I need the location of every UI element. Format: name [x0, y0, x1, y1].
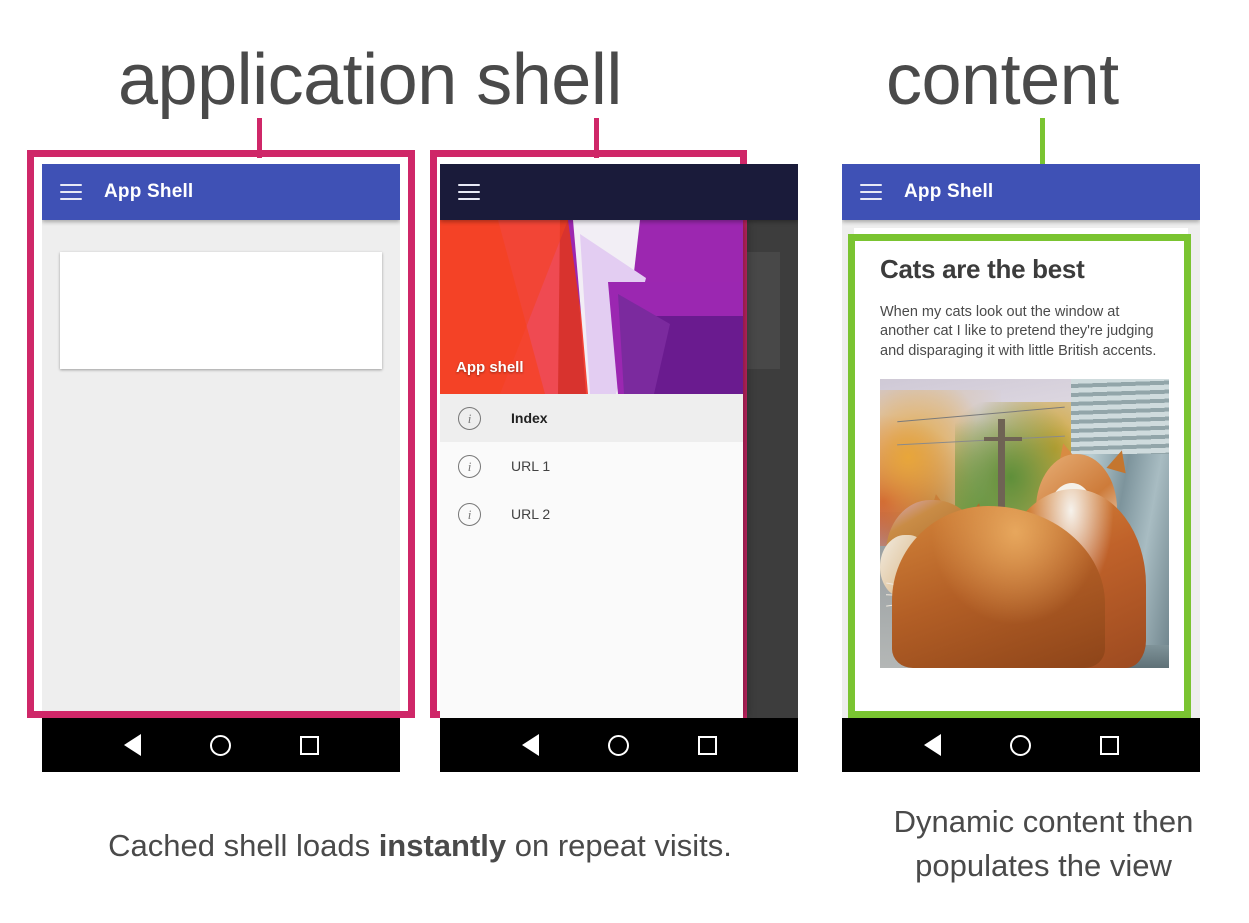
back-triangle-icon[interactable] — [115, 728, 149, 762]
leader-line-shell-right — [594, 118, 599, 158]
caption-cached-shell: Cached shell loads instantly on repeat v… — [0, 826, 840, 866]
drawer-item-label: Index — [511, 410, 548, 426]
home-circle-icon[interactable] — [602, 728, 636, 762]
caption-left-bold: instantly — [378, 828, 507, 863]
caption-right-line2: populates the view — [915, 848, 1172, 883]
phone-mockup-drawer-open: App Shell App shell — [440, 164, 798, 772]
drawer-menu-list: i Index i URL 1 i URL 2 — [440, 394, 743, 538]
back-triangle-icon[interactable] — [513, 728, 547, 762]
home-circle-icon[interactable] — [1004, 728, 1038, 762]
leader-line-shell-left — [257, 118, 262, 158]
hamburger-icon[interactable] — [458, 184, 480, 200]
home-circle-icon[interactable] — [204, 728, 238, 762]
drawer-header: App shell — [440, 220, 743, 394]
caption-left-part1: Cached shell loads — [108, 828, 379, 863]
appbar-shell-empty: App Shell — [42, 164, 400, 220]
caption-left-part2: on repeat visits. — [506, 828, 732, 863]
skeleton-placeholder-card — [60, 252, 382, 369]
recents-square-icon[interactable] — [691, 728, 725, 762]
recents-square-icon[interactable] — [1093, 728, 1127, 762]
caption-dynamic-content: Dynamic content then populates the view — [838, 800, 1249, 888]
info-icon: i — [458, 406, 481, 430]
drawer-item-label: URL 2 — [511, 506, 551, 522]
info-icon: i — [458, 454, 481, 478]
scrim-area[interactable]: App shell i Index i URL 1 i URL 2 — [440, 220, 798, 718]
android-navbar — [440, 718, 798, 772]
annotation-label-application-shell: application shell — [118, 40, 622, 120]
appbar-title: App Shell — [104, 181, 194, 202]
recents-square-icon[interactable] — [293, 728, 327, 762]
hamburger-icon[interactable] — [860, 184, 882, 200]
drawer-item-url-2[interactable]: i URL 2 — [440, 490, 743, 538]
drawer-item-label: URL 1 — [511, 458, 551, 474]
drawer-item-url-1[interactable]: i URL 1 — [440, 442, 743, 490]
appbar-title: App Shell — [904, 181, 994, 202]
article-card: Cats are the best When my cats look out … — [854, 228, 1188, 718]
appbar-content: App Shell — [842, 164, 1200, 220]
appbar-shell-drawer: App Shell — [440, 164, 798, 220]
article-photo-cats — [880, 378, 1169, 668]
phone-mockup-content-filled: App Shell Cats are the best When my cats… — [842, 164, 1200, 772]
hamburger-icon[interactable] — [60, 184, 82, 200]
shell-content-area — [42, 220, 400, 718]
android-navbar — [42, 718, 400, 772]
info-icon: i — [458, 502, 481, 526]
drawer-header-title: App shell — [456, 359, 524, 376]
article-body-text: When my cats look out the window at anot… — [880, 304, 1157, 359]
phone-mockup-empty-shell: App Shell — [42, 164, 400, 772]
back-triangle-icon[interactable] — [915, 728, 949, 762]
article-title: Cats are the best — [880, 254, 1085, 284]
navigation-drawer: App shell i Index i URL 1 i URL 2 — [440, 220, 743, 718]
drawer-item-index[interactable]: i Index — [440, 394, 743, 442]
caption-right-line1: Dynamic content then — [893, 804, 1194, 839]
android-navbar — [842, 718, 1200, 772]
annotation-label-content: content — [886, 40, 1119, 120]
content-area: Cats are the best When my cats look out … — [842, 220, 1200, 718]
